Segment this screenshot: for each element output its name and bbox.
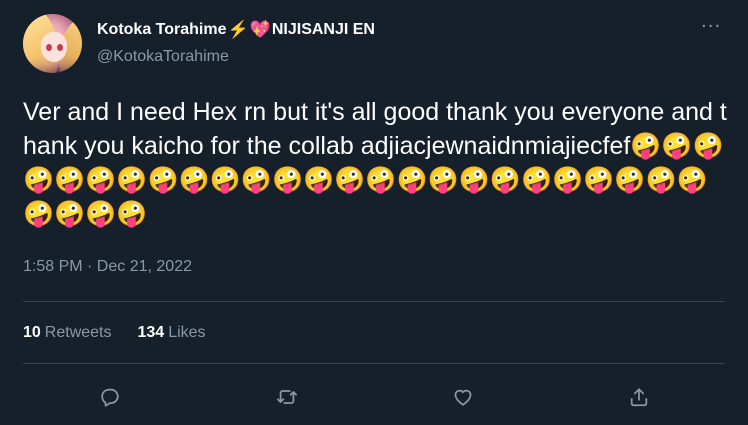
display-name[interactable]: Kotoka Torahime ⚡ 💖 NIJISANJI EN: [97, 20, 375, 40]
handle[interactable]: @KotokaTorahime: [97, 48, 229, 66]
display-name-text: Kotoka Torahime: [97, 21, 227, 38]
tweet: Kotoka Torahime ⚡ 💖 NIJISANJI EN @Kotoka…: [0, 0, 748, 425]
lightning-icon: ⚡: [227, 20, 249, 39]
avatar[interactable]: [23, 14, 82, 73]
more-options-icon[interactable]: ···: [701, 18, 721, 36]
avatar-eye-right: [57, 44, 63, 51]
likes-count: 134: [137, 324, 165, 341]
likes-stat[interactable]: 134 Likes: [138, 324, 206, 342]
like-button[interactable]: [448, 382, 478, 412]
avatar-face: [41, 32, 67, 62]
retweets-stat[interactable]: 10 Retweets: [23, 324, 112, 342]
divider-bottom: [23, 363, 725, 364]
retweet-button[interactable]: [272, 382, 302, 412]
like-icon: [454, 389, 472, 406]
reply-icon: [101, 388, 119, 407]
avatar-eye-left: [46, 44, 52, 51]
engagement-stats: 10 Retweets 134 Likes: [23, 324, 206, 342]
action-bar: [0, 382, 748, 412]
share-button[interactable]: [624, 382, 654, 412]
retweets-label: Retweets: [44, 324, 112, 341]
retweet-icon: [276, 390, 298, 404]
likes-label: Likes: [168, 324, 206, 341]
reply-button[interactable]: [95, 382, 125, 412]
divider-top: [23, 301, 725, 302]
timestamp[interactable]: 1:58 PM · Dec 21, 2022: [23, 258, 192, 276]
tweet-text: Ver and I need Hex rn but it's all good …: [23, 98, 727, 228]
retweets-count: 10: [23, 324, 41, 341]
sparkling-heart-icon: 💖: [249, 20, 271, 39]
display-name-suffix: NIJISANJI EN: [271, 21, 375, 38]
share-icon: [630, 388, 648, 407]
